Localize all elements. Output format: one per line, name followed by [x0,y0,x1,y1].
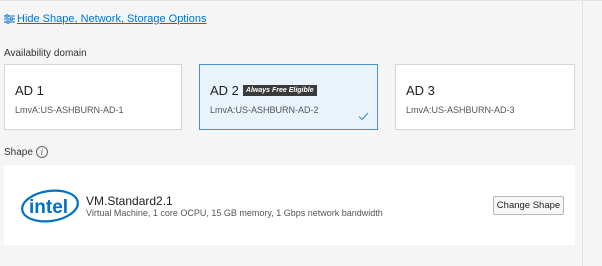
hide-options-link[interactable]: Hide Shape, Network, Storage Options [4,13,207,25]
hide-options-label[interactable]: Hide Shape, Network, Storage Options [17,13,207,25]
svg-text:intel: intel [29,197,68,218]
ad-card-1[interactable]: AD 1 LmvA:US-ASHBURN-AD-1 [4,64,182,130]
shape-section-label: Shape i [4,146,48,158]
always-free-badge: Always Free Eligible [242,85,317,96]
intel-logo: intel [21,189,79,223]
top-divider [0,0,602,1]
shape-card: intel VM.Standard2.1 Virtual Machine, 1 … [4,165,575,245]
ad-card-name: AD 3 [406,83,435,98]
shape-name: VM.Standard2.1 [86,194,173,208]
ad-card-id: LmvA:US-ASHBURN-AD-1 [15,105,124,115]
change-shape-button[interactable]: Change Shape [493,196,564,215]
shape-label: Shape [4,146,33,158]
ad-card-name: AD 2 [210,83,239,98]
content-edge [582,0,583,266]
availability-domain-label: Availability domain [4,48,87,59]
ad-card-id: LmvA:US-ASHBURN-AD-3 [406,105,515,115]
checkmark-icon [358,112,369,121]
ad-card-2[interactable]: AD 2 Always Free Eligible LmvA:US-ASHBUR… [199,64,378,130]
ad-card-id: LmvA:US-ASHBURN-AD-2 [210,105,319,115]
sliders-icon [4,14,15,24]
shape-description: Virtual Machine, 1 core OCPU, 15 GB memo… [86,208,383,218]
info-icon[interactable]: i [35,146,48,158]
ad-card-3[interactable]: AD 3 LmvA:US-ASHBURN-AD-3 [395,64,575,130]
ad-card-name: AD 1 [15,83,44,98]
